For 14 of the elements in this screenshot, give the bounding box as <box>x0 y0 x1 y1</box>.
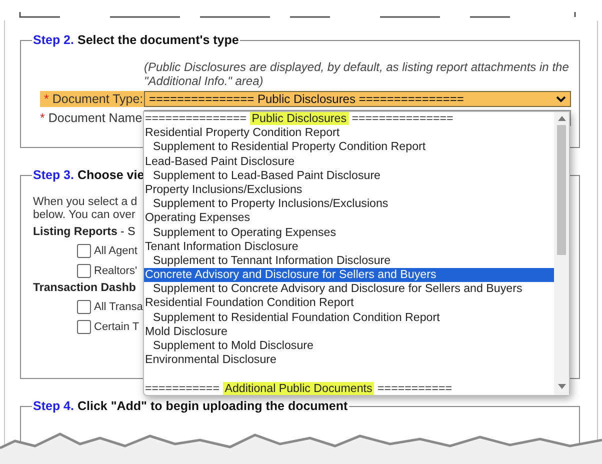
step-title: Step 4. Click "Add" to begin uploading the document <box>32 399 349 413</box>
checkbox-label: All Agent <box>94 245 138 257</box>
step-title: Step 2. Select the document's type <box>32 33 240 47</box>
description-text: below. You can over <box>33 209 136 222</box>
group-title: Transaction Dashb <box>33 282 136 294</box>
checkbox-label: Certain T <box>94 321 140 333</box>
description-text: When you select a d <box>33 196 138 209</box>
group-title: Listing Reports - S <box>33 226 136 238</box>
field-label: * Document Type: <box>40 91 144 107</box>
checkbox-label: All Transa <box>94 301 143 313</box>
checkbox-label: Realtors' <box>94 265 138 277</box>
step-title: Step 3. Choose vie <box>32 168 146 182</box>
hint-text: (Public Disclosures are displayed, by default, as listing report attachments in the "Additional Info." area) <box>144 61 570 88</box>
field-label: * Document Name: <box>40 110 144 126</box>
